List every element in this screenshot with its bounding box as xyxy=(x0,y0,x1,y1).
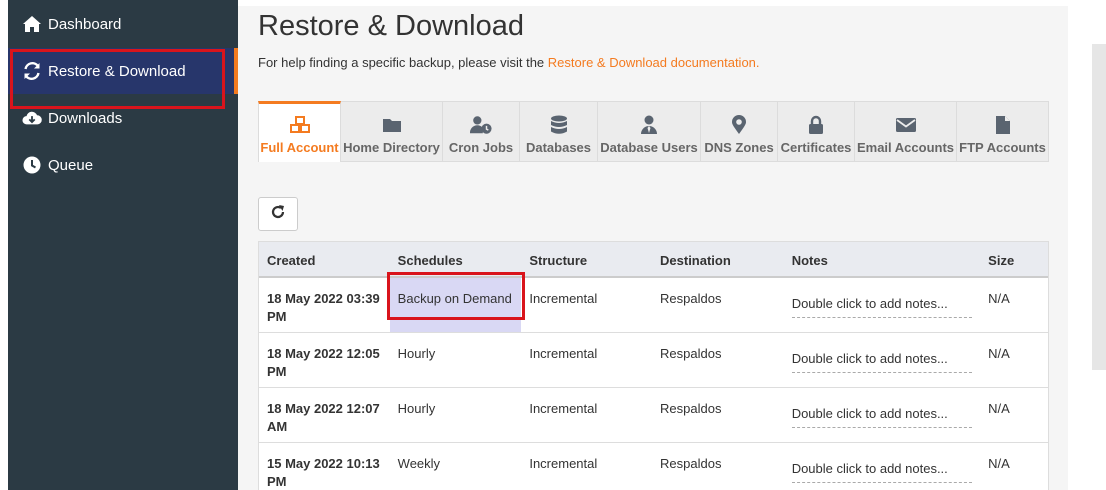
column-header-notes[interactable]: Notes xyxy=(784,242,980,276)
sidebar: Dashboard Restore & Download Downloads Q… xyxy=(8,0,238,490)
column-header-created[interactable]: Created xyxy=(259,242,390,276)
column-header-destination[interactable]: Destination xyxy=(652,242,784,276)
destination-cell: Respaldos xyxy=(660,346,722,361)
created-cell: 18 May 2022 12:05 PM xyxy=(259,333,390,387)
notes-cell: Double click to add notes... xyxy=(784,278,980,332)
sidebar-item-downloads[interactable]: Downloads xyxy=(8,95,238,141)
created-date: 18 May 2022 03:39 xyxy=(267,291,380,306)
tab-label: Databases xyxy=(525,140,592,155)
help-text-label: For help finding a specific backup, plea… xyxy=(258,55,548,70)
created-ampm: AM xyxy=(267,419,288,434)
size-cell: N/A xyxy=(988,401,1010,416)
file-icon xyxy=(992,114,1014,136)
size-cell: N/A xyxy=(988,346,1010,361)
backup-type-tabs: Full Account Home Directory Cron Jobs Da… xyxy=(258,101,1049,162)
created-date: 18 May 2022 12:05 xyxy=(267,346,380,361)
tab-ftp-accounts[interactable]: FTP Accounts xyxy=(957,101,1049,162)
lock-icon xyxy=(805,114,827,136)
tab-cron-jobs[interactable]: Cron Jobs xyxy=(443,101,520,162)
notes-field[interactable]: Double click to add notes... xyxy=(791,405,972,428)
structure-cell: Incremental xyxy=(529,456,598,471)
schedule-cell: Weekly xyxy=(397,456,441,471)
notes-cell: Double click to add notes... xyxy=(784,443,980,490)
refresh-button[interactable] xyxy=(258,197,298,231)
column-header-size[interactable]: Size xyxy=(980,242,1048,276)
schedule-cell[interactable]: Backup on Demand xyxy=(389,278,522,332)
tab-database-users[interactable]: Database Users xyxy=(598,101,701,162)
tab-dns-zones[interactable]: DNS Zones xyxy=(701,101,778,162)
created-date: 18 May 2022 12:07 xyxy=(267,401,380,416)
tab-label: Cron Jobs xyxy=(448,140,514,155)
sidebar-item-queue[interactable]: Queue xyxy=(8,142,238,188)
top-strip xyxy=(238,0,1106,6)
size-cell: N/A xyxy=(988,456,1010,471)
structure-cell: Incremental xyxy=(529,401,598,416)
backups-table: Created Schedules Structure Destination … xyxy=(258,241,1049,490)
cloud-download-icon xyxy=(22,108,42,128)
clock-icon xyxy=(22,155,42,175)
help-text: For help finding a specific backup, plea… xyxy=(258,55,760,70)
documentation-link[interactable]: Restore & Download documentation. xyxy=(548,55,760,70)
tab-email-accounts[interactable]: Email Accounts xyxy=(855,101,957,162)
envelope-icon xyxy=(895,114,917,136)
sidebar-item-label: Queue xyxy=(48,156,94,174)
destination-cell: Respaldos xyxy=(660,456,722,471)
notes-field[interactable]: Double click to add notes... xyxy=(791,295,972,318)
database-icon xyxy=(548,114,570,136)
sidebar-item-restore-download[interactable]: Restore & Download xyxy=(8,48,238,94)
user-clock-icon xyxy=(470,114,492,136)
scrollbar[interactable] xyxy=(1068,0,1106,490)
sidebar-item-label: Restore & Download xyxy=(48,62,186,80)
table-row[interactable]: 15 May 2022 10:13 PM Weekly Incremental R… xyxy=(259,443,1048,490)
user-tie-icon xyxy=(638,114,660,136)
destination-cell: Respaldos xyxy=(660,401,722,416)
tab-label: Home Directory xyxy=(343,140,440,155)
column-header-schedules[interactable]: Schedules xyxy=(390,242,522,276)
table-row[interactable]: 18 May 2022 12:05 PM Hourly Incremental R… xyxy=(259,333,1048,388)
tab-databases[interactable]: Databases xyxy=(520,101,598,162)
destination-cell: Respaldos xyxy=(660,291,722,306)
schedule-cell: Hourly xyxy=(397,401,436,416)
notes-field[interactable]: Double click to add notes... xyxy=(791,460,972,483)
created-cell: 18 May 2022 03:39 PM xyxy=(259,278,390,332)
created-ampm: PM xyxy=(267,309,287,324)
table-header: Created Schedules Structure Destination … xyxy=(259,242,1048,278)
tab-label: Certificates xyxy=(780,140,852,155)
created-cell: 15 May 2022 10:13 PM xyxy=(259,443,390,490)
sidebar-item-dashboard[interactable]: Dashboard xyxy=(8,1,238,47)
tab-certificates[interactable]: Certificates xyxy=(778,101,855,162)
sidebar-item-label: Downloads xyxy=(48,109,123,127)
tab-label: Full Account xyxy=(260,140,339,155)
notes-cell: Double click to add notes... xyxy=(784,388,980,442)
table-row[interactable]: 18 May 2022 12:07 AM Hourly Incremental R… xyxy=(259,388,1048,443)
home-icon xyxy=(22,14,42,34)
notes-field[interactable]: Double click to add notes... xyxy=(791,350,972,373)
sidebar-item-label: Dashboard xyxy=(48,15,122,33)
scrollbar-thumb[interactable] xyxy=(1092,44,1106,370)
folder-icon xyxy=(381,114,403,136)
structure-cell: Incremental xyxy=(529,291,598,306)
structure-cell: Incremental xyxy=(529,346,598,361)
main-content: Restore & Download For help finding a sp… xyxy=(238,0,1106,490)
created-ampm: PM xyxy=(267,474,287,489)
cubes-icon xyxy=(289,114,311,136)
notes-cell: Double click to add notes... xyxy=(784,333,980,387)
tab-label: Database Users xyxy=(600,140,698,155)
tab-label: DNS Zones xyxy=(704,140,774,155)
map-marker-icon xyxy=(728,114,750,136)
tab-full-account[interactable]: Full Account xyxy=(258,101,341,162)
column-header-structure[interactable]: Structure xyxy=(521,242,652,276)
refresh-icon xyxy=(270,204,286,225)
schedule-cell: Hourly xyxy=(397,346,436,361)
sync-icon xyxy=(22,61,42,81)
created-ampm: PM xyxy=(267,364,287,379)
tab-home-directory[interactable]: Home Directory xyxy=(341,101,443,162)
created-cell: 18 May 2022 12:07 AM xyxy=(259,388,390,442)
size-cell: N/A xyxy=(988,291,1010,306)
table-row[interactable]: 18 May 2022 03:39 PM Backup on Demand Inc… xyxy=(259,278,1048,333)
created-date: 15 May 2022 10:13 xyxy=(267,456,380,471)
page-title: Restore & Download xyxy=(258,10,524,42)
tab-label: FTP Accounts xyxy=(959,140,1046,155)
tab-label: Email Accounts xyxy=(856,140,955,155)
